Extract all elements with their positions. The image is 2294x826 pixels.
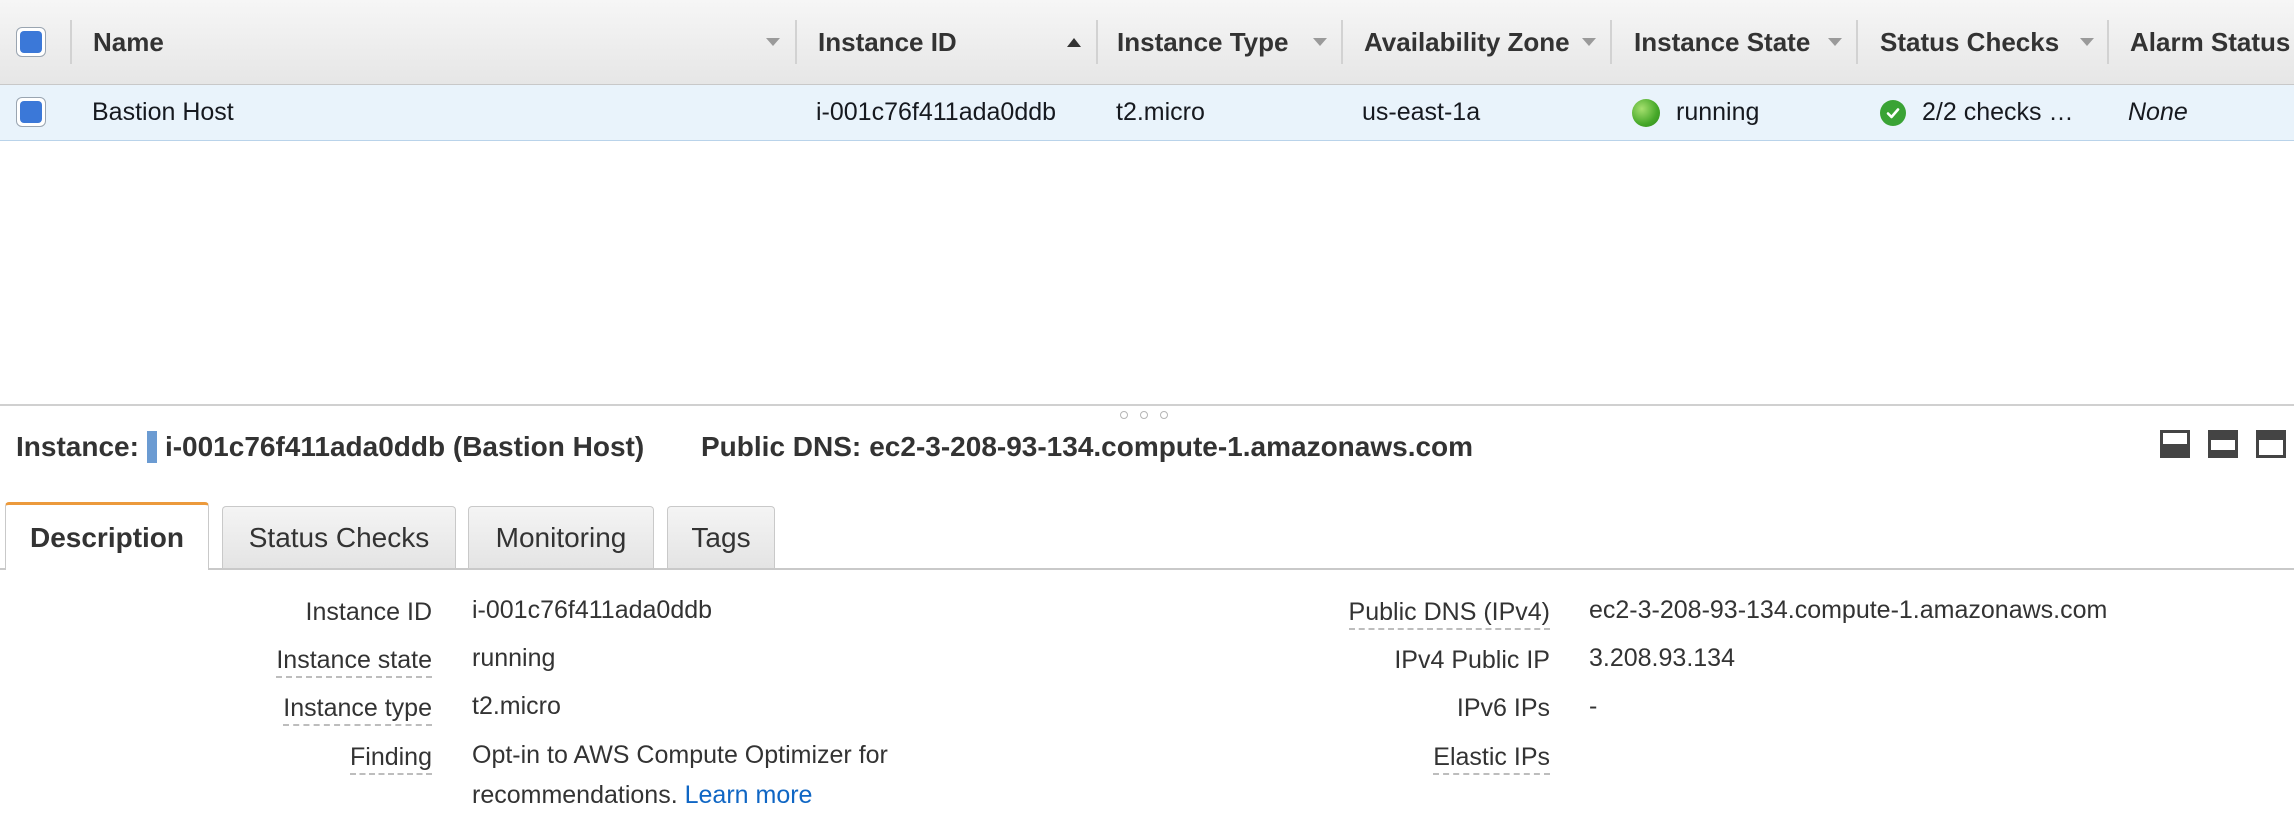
cell-name[interactable]: Bastion Host	[92, 85, 782, 140]
column-header-instance-type[interactable]: Instance Type	[1117, 0, 1317, 84]
column-header-instance-state[interactable]: Instance State	[1634, 0, 1834, 84]
field-value-finding-line1: Opt-in to AWS Compute Optimizer for	[472, 741, 888, 769]
sort-down-icon[interactable]	[1582, 0, 1596, 84]
instance-state-text: running	[1676, 98, 1760, 126]
cell-availability-zone[interactable]: us-east-1a	[1362, 85, 1602, 140]
column-separator[interactable]	[1610, 20, 1612, 64]
cell-instance-state[interactable]: running	[1632, 85, 1852, 140]
field-label-elastic-ips: Elastic IPs	[1433, 743, 1550, 775]
panel-splitter[interactable]	[0, 404, 2294, 406]
field-value-ipv6-ips: -	[1589, 692, 1598, 720]
cell-instance-type[interactable]: t2.micro	[1116, 85, 1336, 140]
column-separator[interactable]	[1096, 20, 1098, 64]
green-dot-icon	[1632, 98, 1660, 127]
column-header-instance-id[interactable]: Instance ID	[818, 0, 1058, 84]
learn-more-link[interactable]: Learn more	[685, 781, 813, 809]
sort-up-icon[interactable]	[1067, 0, 1081, 84]
column-header-alarm-status[interactable]: Alarm Status	[2130, 0, 2294, 84]
sort-down-icon[interactable]	[1828, 0, 1842, 84]
tab-monitoring[interactable]: Monitoring	[468, 506, 654, 568]
panel-middle-icon[interactable]	[2208, 430, 2238, 458]
instance-color-marker	[146, 431, 157, 463]
column-separator[interactable]	[2107, 20, 2109, 64]
tab-tags[interactable]: Tags	[667, 506, 775, 568]
column-separator[interactable]	[795, 20, 797, 64]
field-label-instance-type: Instance type	[283, 694, 432, 726]
status-checks-text: 2/2 checks …	[1922, 98, 2074, 126]
field-value-instance-id: i-001c76f411ada0ddb	[472, 596, 713, 624]
panel-bottom-icon[interactable]	[2160, 430, 2190, 458]
row-select-checkbox[interactable]	[16, 97, 46, 127]
detail-public-dns-title: Public DNS: ec2-3-208-93-134.compute-1.a…	[701, 431, 1474, 462]
field-value-instance-state: running	[472, 644, 556, 672]
drag-handle-icon[interactable]	[1120, 411, 1168, 419]
panel-top-icon[interactable]	[2256, 430, 2286, 458]
tab-description[interactable]: Description	[5, 502, 209, 570]
tab-status-checks[interactable]: Status Checks	[222, 506, 456, 568]
checkbox-checked-icon	[20, 101, 42, 123]
field-label-public-dns: Public DNS (IPv4)	[1348, 598, 1550, 630]
column-separator	[70, 20, 72, 64]
cell-alarm-status[interactable]: None	[2128, 85, 2294, 140]
column-header-status-checks[interactable]: Status Checks	[1880, 0, 2080, 84]
select-all-checkbox[interactable]	[16, 27, 46, 57]
field-label-finding: Finding	[350, 743, 432, 775]
field-value-ipv4-public-ip: 3.208.93.134	[1589, 644, 1735, 672]
sort-down-icon[interactable]	[1313, 0, 1327, 84]
field-label-instance-state: Instance state	[276, 646, 432, 678]
column-separator[interactable]	[1856, 20, 1858, 64]
cell-instance-id[interactable]: i-001c76f411ada0ddb	[816, 85, 1086, 140]
column-header-availability-zone[interactable]: Availability Zone	[1364, 0, 1584, 84]
field-value-finding-line2: recommendations. Learn more	[472, 781, 813, 809]
detail-instance-title: Instance: i-001c76f411ada0ddb (Bastion H…	[16, 431, 645, 463]
tabs-baseline	[0, 568, 2294, 570]
column-header-name[interactable]: Name	[93, 0, 693, 84]
field-label-ipv6-ips: IPv6 IPs	[1456, 694, 1550, 722]
checkbox-checked-icon	[20, 31, 42, 53]
field-value-instance-type: t2.micro	[472, 692, 561, 720]
sort-down-icon[interactable]	[2080, 0, 2094, 84]
field-value-public-dns: ec2-3-208-93-134.compute-1.amazonaws.com	[1589, 596, 2108, 624]
check-circle-icon	[1880, 99, 1906, 126]
field-label-ipv4-public-ip: IPv4 Public IP	[1394, 646, 1550, 674]
column-separator[interactable]	[1341, 20, 1343, 64]
cell-status-checks[interactable]: 2/2 checks …	[1880, 85, 2090, 140]
sort-down-icon[interactable]	[766, 0, 780, 84]
field-label-instance-id: Instance ID	[305, 598, 432, 626]
